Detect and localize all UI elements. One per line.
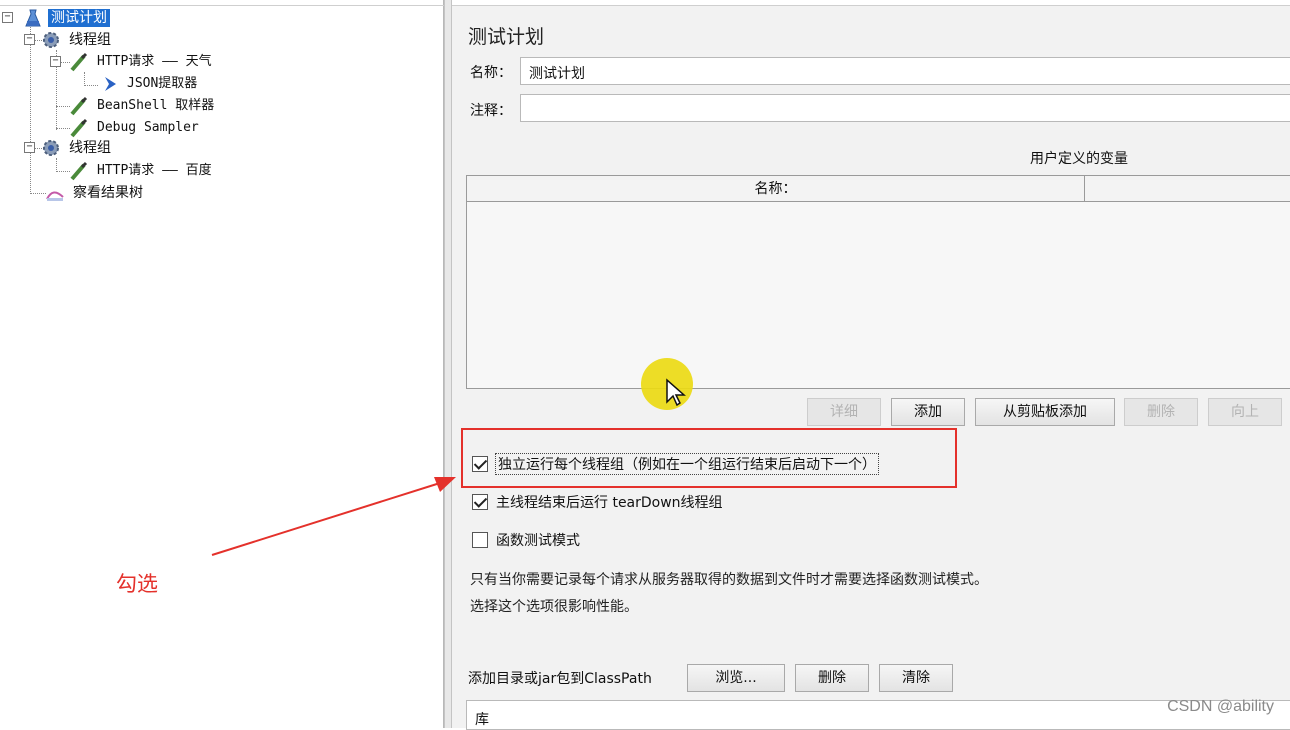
tree-node-label: 测试计划 (48, 9, 110, 27)
user-variables-table[interactable]: 名称： (466, 175, 1290, 389)
tree-node-thread-group[interactable]: 线程组 (40, 138, 114, 158)
tree-connector (84, 85, 98, 86)
panel-top-border (452, 0, 1290, 6)
teardown-checkbox[interactable] (472, 494, 488, 510)
tree-node-label: HTTP请求 —— 百度 (97, 163, 212, 178)
tree-node-label: JSON提取器 (127, 76, 198, 91)
tree-node-view-results-tree[interactable]: 察看结果树 (44, 183, 146, 203)
page-title: 测试计划 (468, 26, 545, 48)
mouse-pointer-icon (666, 378, 686, 407)
gear-icon (40, 30, 62, 50)
add-from-clipboard-button[interactable]: 从剪贴板添加 (975, 398, 1115, 426)
tree-node-label: Debug Sampler (97, 120, 199, 135)
test-plan-icon (22, 8, 44, 28)
functional-mode-checkbox[interactable] (472, 532, 488, 548)
functional-mode-option[interactable]: 函数测试模式 (472, 529, 580, 551)
split-pane-divider[interactable] (444, 0, 452, 728)
tree-node-json-extractor[interactable]: JSON提取器 (102, 74, 200, 94)
highlight-box (461, 428, 957, 488)
performance-note: 选择这个选项很影响性能。 (470, 599, 638, 615)
comment-label: 注释： (470, 103, 512, 119)
tree-connector (56, 158, 57, 172)
detail-button[interactable]: 详细 (807, 398, 881, 426)
classpath-label: 添加目录或jar包到ClassPath (468, 671, 652, 687)
table-header: 名称： (467, 176, 1290, 202)
tree-node-test-plan[interactable]: 测试计划 (22, 8, 110, 28)
pipette-icon (68, 96, 90, 116)
collapse-toggle[interactable]: − (24, 34, 35, 45)
browse-button[interactable]: 浏览... (687, 664, 785, 692)
clear-button[interactable]: 清除 (879, 664, 953, 692)
tree-node-label: 察看结果树 (73, 185, 143, 201)
tree-connector (84, 72, 85, 86)
tree-node-label: 线程组 (69, 140, 111, 156)
add-button[interactable]: 添加 (891, 398, 965, 426)
tree-node-beanshell-sampler[interactable]: BeanShell 取样器 (68, 96, 217, 116)
teardown-option[interactable]: 主线程结束后运行 tearDown线程组 (472, 491, 723, 513)
checkbox-label: 主线程结束后运行 tearDown线程组 (496, 495, 723, 511)
delete-button[interactable]: 删除 (1124, 398, 1198, 426)
collapse-toggle[interactable]: − (2, 12, 13, 23)
chart-icon (44, 183, 66, 203)
tree-node-http-request-baidu[interactable]: HTTP请求 —— 百度 (68, 161, 215, 181)
user-variables-title: 用户定义的变量 (1030, 151, 1128, 167)
pipette-icon (68, 118, 90, 138)
arrow-right-icon (102, 74, 120, 94)
test-plan-panel: 测试计划 名称： 测试计划 注释： 用户定义的变量 名称： 详细 添加 从剪贴板… (452, 0, 1290, 730)
tree-pane: − − − − 测试计划 线程组 HTTP请求 —— 天气 JSON提取器 Be… (0, 0, 444, 728)
tree-node-http-request-weather[interactable]: HTTP请求 —— 天气 (68, 52, 215, 72)
tree-node-label: 线程组 (69, 32, 111, 48)
functional-mode-note: 只有当你需要记录每个请求从服务器取得的数据到文件时才需要选择函数测试模式。 (470, 572, 988, 588)
tree-node-label: HTTP请求 —— 天气 (97, 54, 212, 69)
comment-field[interactable] (520, 94, 1290, 122)
tree-top-border (0, 0, 444, 6)
annotation-label: 勾选 (116, 572, 158, 596)
pipette-icon (68, 52, 90, 72)
tree-node-thread-group[interactable]: 线程组 (40, 30, 114, 50)
checkbox-label: 函数测试模式 (496, 533, 580, 549)
name-field[interactable]: 测试计划 (520, 57, 1290, 85)
tree-connector (30, 24, 31, 194)
column-header-name[interactable]: 名称： (467, 176, 1085, 202)
collapse-toggle[interactable]: − (50, 56, 61, 67)
remove-button[interactable]: 删除 (795, 664, 869, 692)
collapse-toggle[interactable]: − (24, 142, 35, 153)
tree-node-debug-sampler[interactable]: Debug Sampler (68, 118, 202, 138)
name-label: 名称： (470, 65, 512, 81)
gear-icon (40, 138, 62, 158)
up-button[interactable]: 向上 (1208, 398, 1282, 426)
tree-node-label: BeanShell 取样器 (97, 98, 215, 113)
pipette-icon (68, 161, 90, 181)
watermark: CSDN @ability (1167, 698, 1274, 715)
